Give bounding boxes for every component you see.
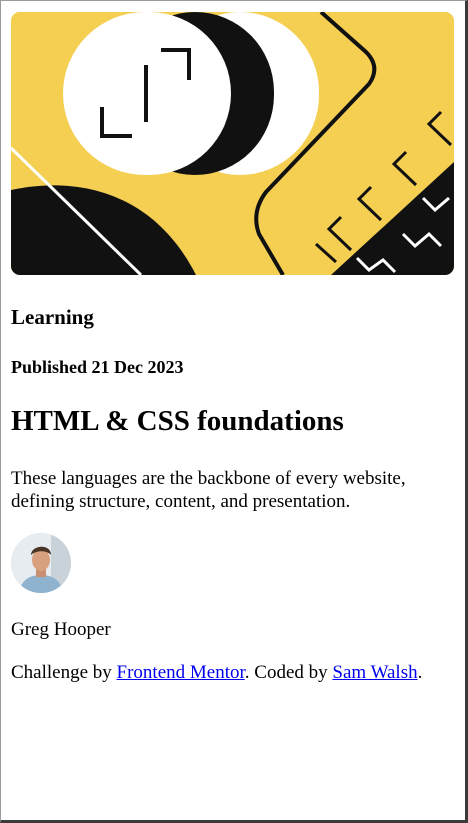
author-link[interactable]: Sam Walsh [332,662,417,683]
hero-illustration [11,12,454,275]
card-description: These languages are the backbone of ever… [11,468,406,512]
attribution-prefix: Challenge by [11,662,112,683]
author-avatar [11,533,71,593]
published-date: Published 21 Dec 2023 [11,357,184,377]
card-title[interactable]: HTML & CSS foundations [11,405,344,438]
attribution: Challenge by Frontend Mentor. Coded by S… [11,662,422,684]
category-label: Learning [11,305,94,329]
frontend-mentor-link[interactable]: Frontend Mentor [117,662,245,683]
author-name: Greg Hooper [11,619,111,640]
attribution-suffix: . [417,662,423,683]
attribution-middle: . Coded by [244,662,328,683]
